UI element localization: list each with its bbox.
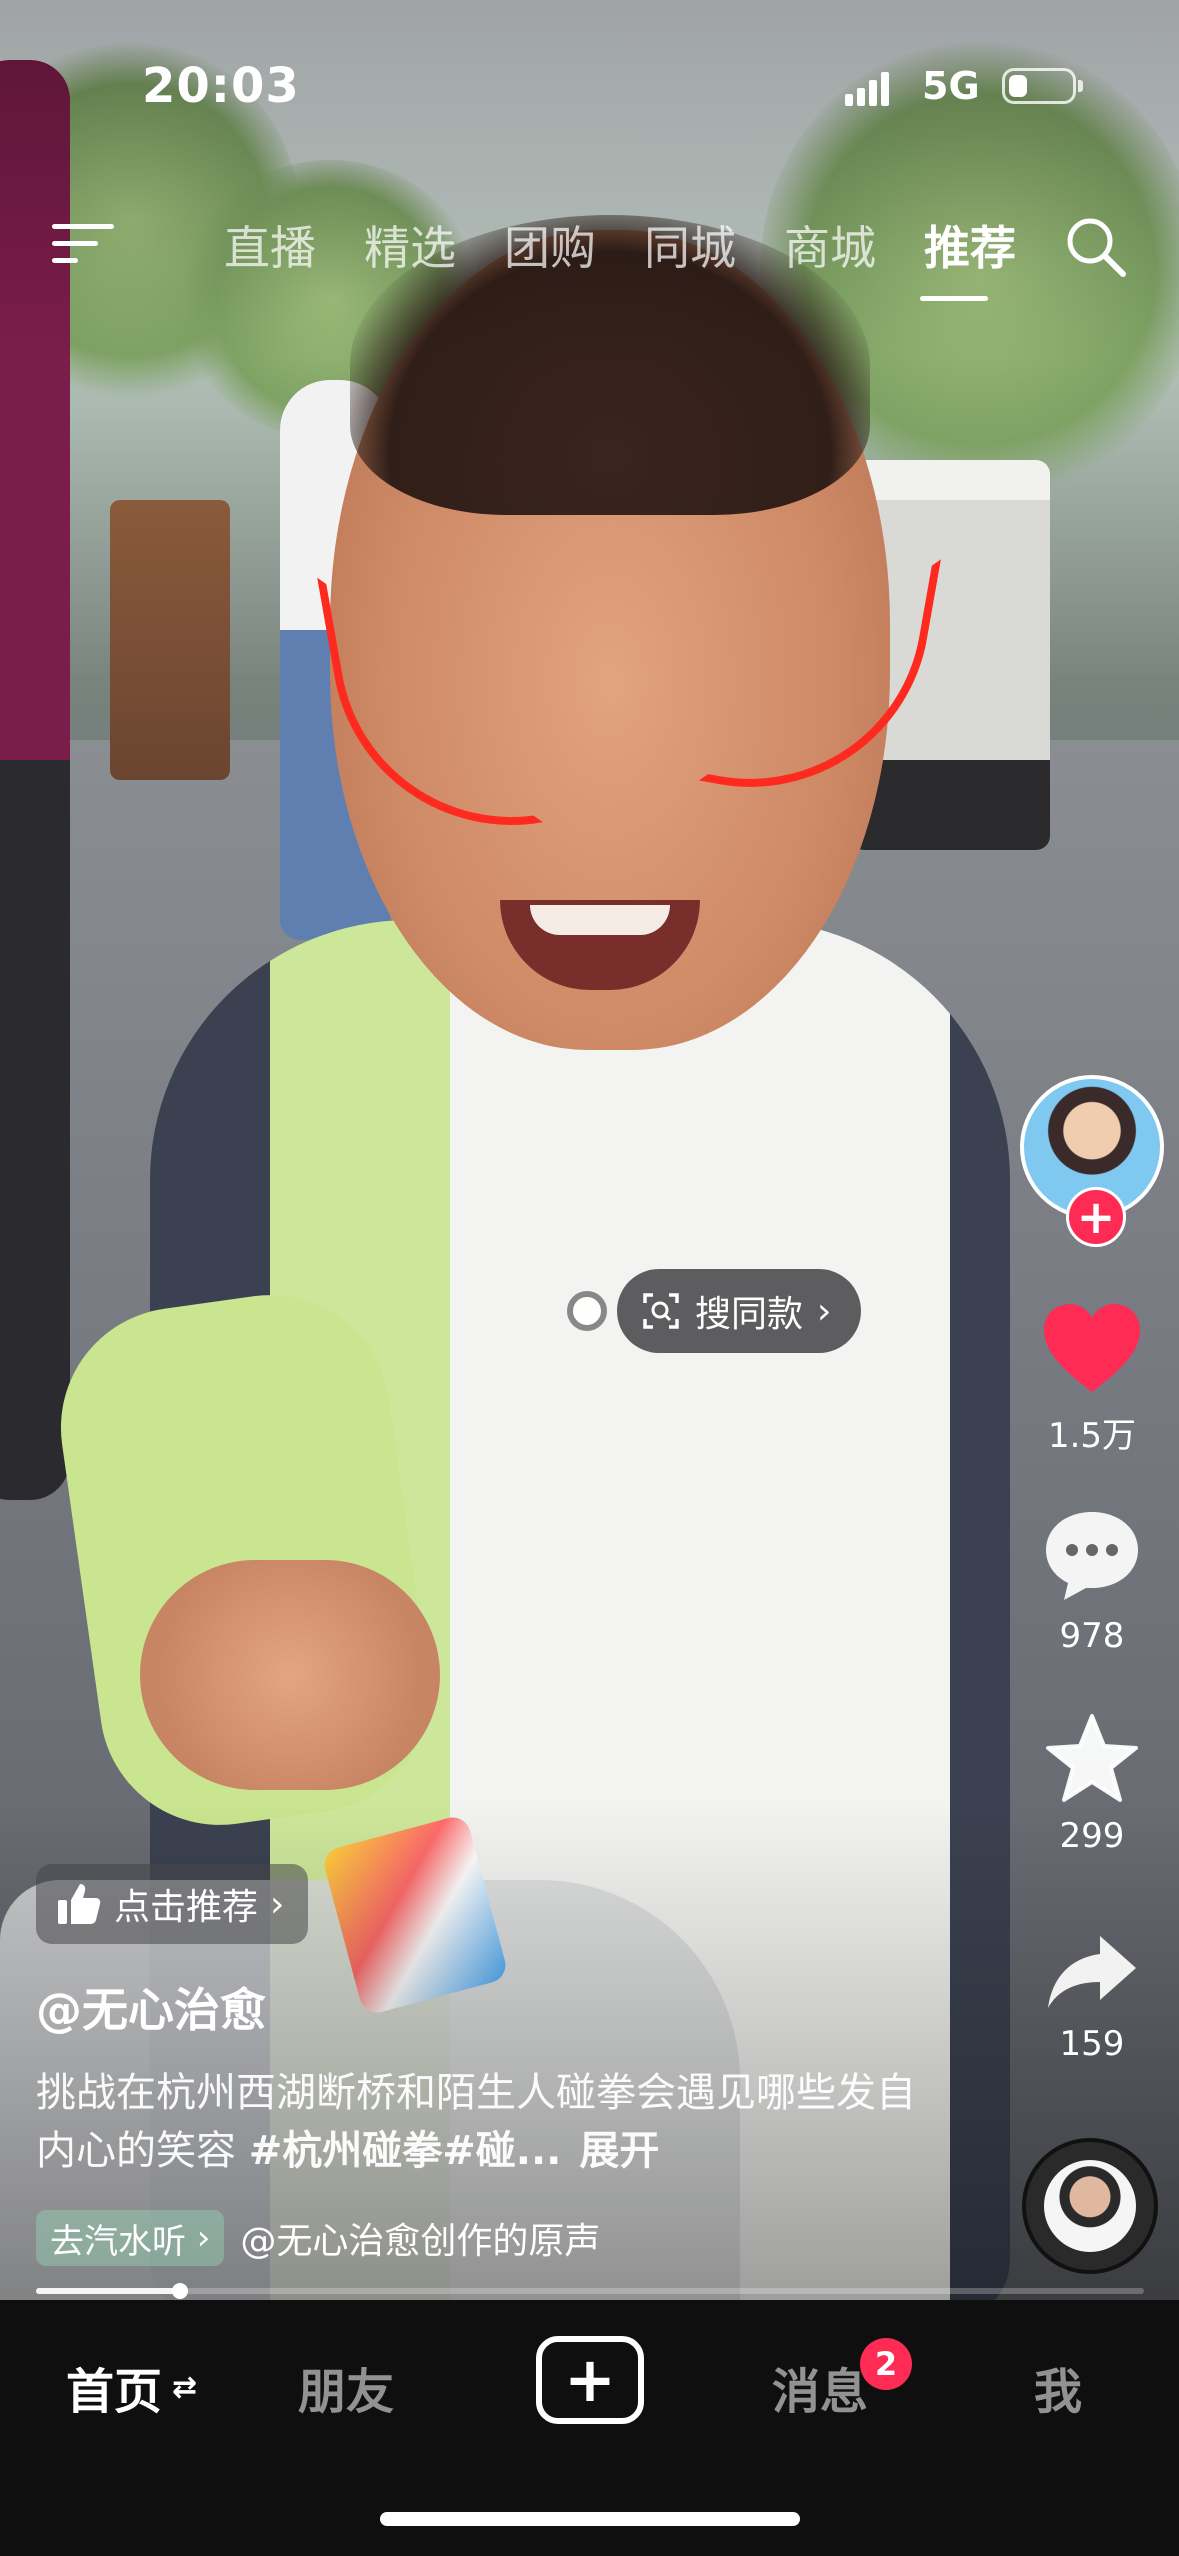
tab-live[interactable]: 直播 <box>200 212 340 278</box>
comment-count: 978 <box>1059 1616 1125 1656</box>
share-button[interactable]: 159 <box>1020 1932 1164 2064</box>
status-time: 20:03 <box>142 58 300 114</box>
video-description[interactable]: 挑战在杭州西湖断桥和陌生人碰拳会遇见哪些发自内心的笑容 #杭州碰拳#碰... 展开 <box>36 2064 936 2180</box>
follow-button[interactable]: + <box>1066 1187 1126 1247</box>
favorite-count: 299 <box>1059 1816 1125 1856</box>
battery-icon <box>1002 68 1083 104</box>
music-disc[interactable] <box>1022 2138 1158 2274</box>
expand-link[interactable]: 展开 <box>579 2128 659 2174</box>
network-type: 5G <box>922 64 980 108</box>
listen-on-qishui-button[interactable]: 去汽水听 › <box>36 2210 225 2266</box>
active-tab-indicator <box>920 296 988 301</box>
search-same-button[interactable]: 搜同款 › <box>567 1268 862 1354</box>
menu-icon[interactable] <box>52 220 114 268</box>
comment-icon <box>1046 1512 1138 1600</box>
tab-me[interactable]: 我 <box>1034 2352 1082 2422</box>
tab-mall[interactable]: 商城 <box>760 212 900 278</box>
tab-local[interactable]: 同城 <box>620 212 760 278</box>
search-same-label: 搜同款 <box>695 1294 804 1335</box>
share-icon <box>1048 1936 1136 2008</box>
home-indicator <box>380 2512 800 2526</box>
tag-dot <box>567 1291 607 1331</box>
music-tag-label: 去汽水听 <box>50 2221 186 2262</box>
author-name[interactable]: @无心治愈 <box>36 1974 266 2040</box>
video-progress-bar[interactable] <box>36 2283 1144 2299</box>
search-same-pill[interactable]: 搜同款 › <box>617 1269 862 1353</box>
tab-home[interactable]: 首页 ⇄ <box>66 2352 197 2422</box>
chevron-right-icon: › <box>817 1290 832 1332</box>
tab-group-buy[interactable]: 团购 <box>480 212 620 278</box>
music-cover <box>1044 2160 1136 2252</box>
search-icon[interactable] <box>1063 214 1129 280</box>
scan-icon <box>643 1293 679 1329</box>
tab-messages[interactable]: 消息 <box>772 2352 868 2422</box>
battery-level <box>1009 75 1027 97</box>
like-button[interactable]: 1.5万 <box>1020 1302 1164 1457</box>
favorite-button[interactable]: 299 <box>1020 1712 1164 1856</box>
share-count: 159 <box>1059 2024 1125 2064</box>
progress-knob[interactable] <box>172 2283 189 2299</box>
status-bar: 20:03 5G <box>0 0 1179 170</box>
recommend-chip[interactable]: 点击推荐 › <box>36 1864 309 1944</box>
chevron-right-icon: › <box>270 1883 285 1925</box>
create-post-button[interactable]: + <box>536 2336 644 2424</box>
signal-icon <box>845 72 889 106</box>
tab-home-label: 首页 <box>66 2364 163 2420</box>
hashtags[interactable]: #杭州碰拳#碰... <box>249 2128 562 2174</box>
music-title[interactable]: @无心治愈创作的原声 <box>240 2212 600 2264</box>
recommend-label: 点击推荐 <box>114 1887 259 1928</box>
chevron-right-icon: › <box>186 2218 211 2258</box>
child-hand <box>140 1560 440 1790</box>
child-teeth <box>530 905 670 935</box>
star-icon <box>1046 1714 1138 1802</box>
heart-icon <box>1044 1304 1140 1392</box>
swap-icon: ⇄ <box>172 2369 198 2405</box>
feed-tabs: 直播 精选 团购 同城 商城 推荐 <box>200 212 1040 278</box>
thumbs-up-icon <box>58 1884 101 1924</box>
background-cart <box>110 500 230 780</box>
messages-badge: 2 <box>860 2338 912 2390</box>
tab-featured[interactable]: 精选 <box>340 212 480 278</box>
comment-button[interactable]: 978 <box>1020 1508 1164 1656</box>
plus-icon: + <box>564 2343 616 2416</box>
top-navigation: 直播 精选 团购 同城 商城 推荐 <box>0 200 1179 310</box>
tab-recommend[interactable]: 推荐 <box>900 212 1040 278</box>
like-count: 1.5万 <box>1047 1416 1137 1456</box>
progress-fill <box>36 2288 181 2294</box>
tab-friends[interactable]: 朋友 <box>298 2352 394 2422</box>
music-row[interactable]: 去汽水听 › @无心治愈创作的原声 <box>36 2208 600 2268</box>
video-player[interactable] <box>0 0 1179 2300</box>
creator-avatar-group[interactable]: + <box>1020 1075 1164 1247</box>
